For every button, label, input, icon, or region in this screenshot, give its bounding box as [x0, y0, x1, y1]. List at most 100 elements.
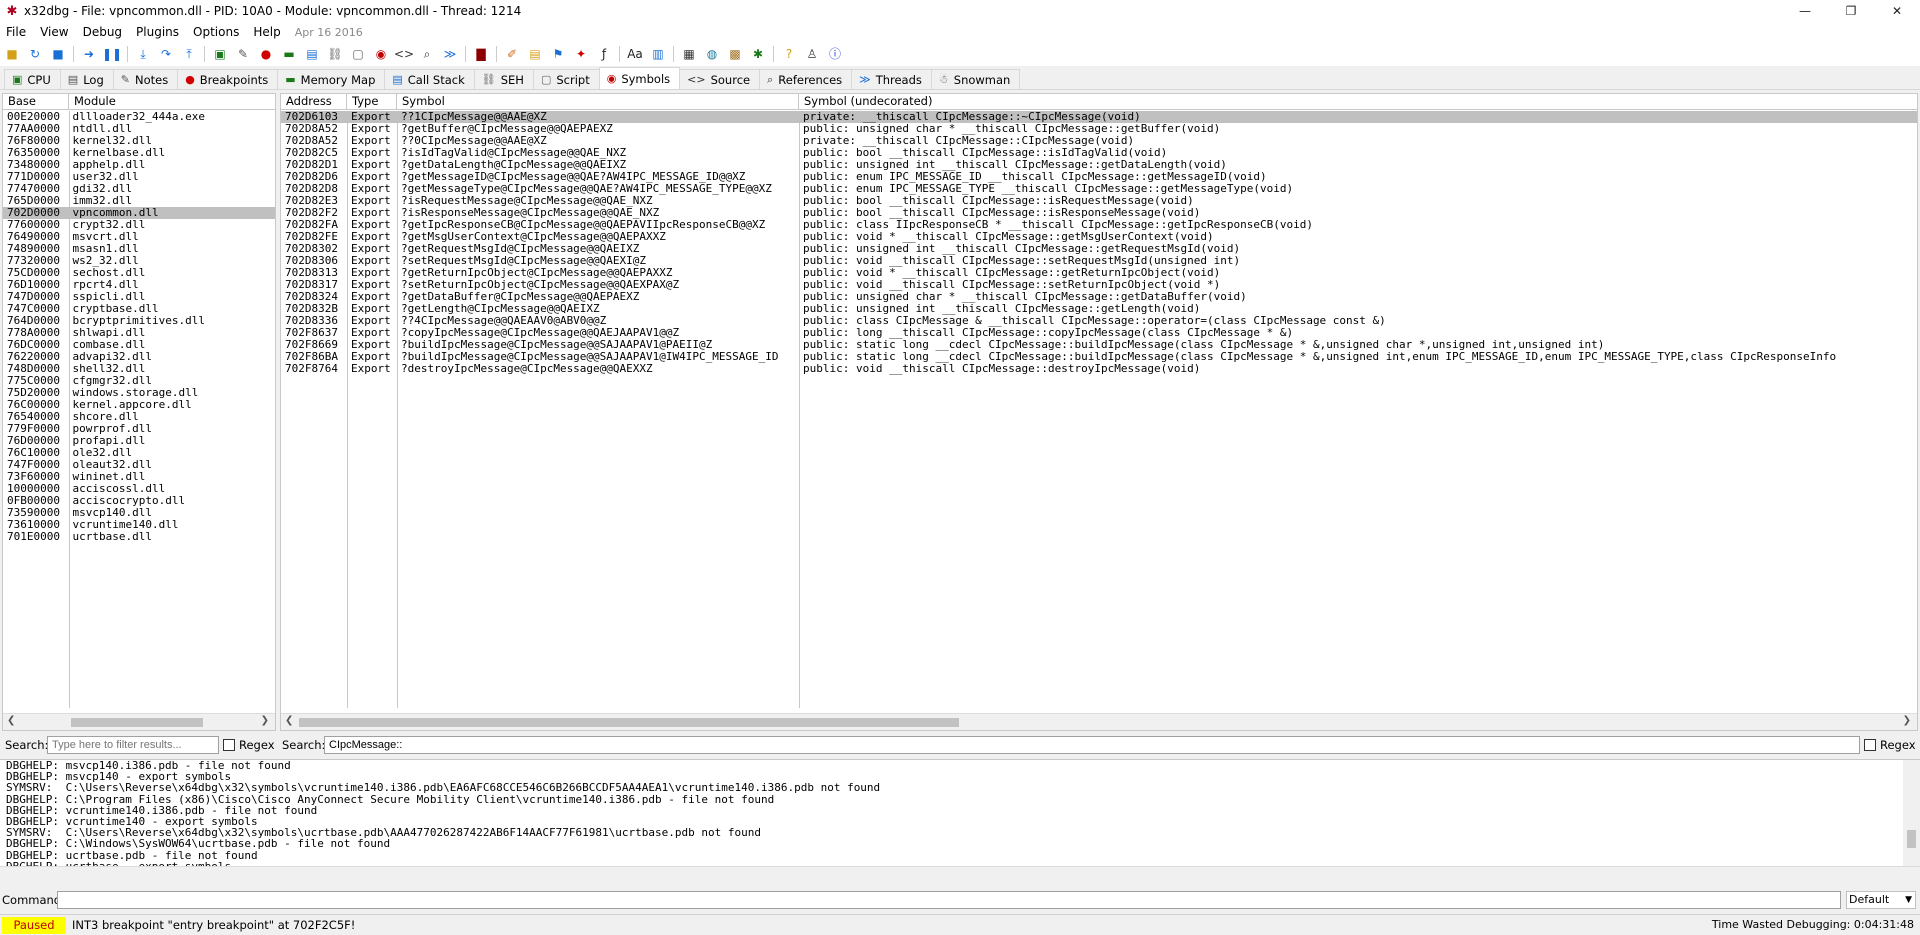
- column-header-module[interactable]: Module: [69, 94, 275, 110]
- restart-icon[interactable]: ↻: [27, 46, 43, 62]
- module-row[interactable]: 76C10000 ole32.dll: [3, 447, 275, 459]
- symbol-row[interactable]: 702D8324 Export ?getDataBuffer@CIpcMessage…: [281, 291, 1917, 303]
- module-row[interactable]: 76490000 msvcrt.dll: [3, 231, 275, 243]
- comments-icon[interactable]: ✐: [504, 46, 520, 62]
- symbol-row[interactable]: 702F86BA Export ?buildIpcMessage@CIpcMessa…: [281, 351, 1917, 363]
- menu-file[interactable]: File: [6, 25, 26, 39]
- modules-horizontal-scrollbar[interactable]: ❮ ❯: [3, 713, 275, 730]
- scroll-left-icon[interactable]: ❮: [7, 715, 15, 726]
- memory-view-icon[interactable]: ▬: [281, 46, 297, 62]
- menu-view[interactable]: View: [40, 25, 68, 39]
- tab-threads[interactable]: ≫ Threads: [851, 69, 932, 89]
- tab-notes[interactable]: ✎ Notes: [112, 69, 179, 89]
- minimize-button[interactable]: —: [1782, 0, 1828, 22]
- module-row[interactable]: 765D0000 imm32.dll: [3, 195, 275, 207]
- module-row[interactable]: 778A0000 shlwapi.dll: [3, 327, 275, 339]
- notes-view-icon[interactable]: ✎: [235, 46, 251, 62]
- symbols-view-icon[interactable]: ◉: [373, 46, 389, 62]
- calls-icon[interactable]: ▥: [650, 46, 666, 62]
- menu-help[interactable]: Help: [253, 25, 280, 39]
- seh-view-icon[interactable]: ⛓: [327, 46, 343, 62]
- plugin-icon[interactable]: ✱: [750, 46, 766, 62]
- maximize-button[interactable]: ❐: [1828, 0, 1874, 22]
- module-row[interactable]: 0FB00000 acciscocrypto.dll: [3, 495, 275, 507]
- tab-script[interactable]: ▢ Script: [532, 69, 600, 89]
- command-type-dropdown[interactable]: Default ▼: [1846, 891, 1916, 909]
- symbol-row[interactable]: 702D8336 Export ??4CIpcMessage@@QAEAAV0@AB…: [281, 315, 1917, 327]
- patches-icon[interactable]: ◍: [704, 46, 720, 62]
- functions-icon[interactable]: ✦: [573, 46, 589, 62]
- module-regex-checkbox[interactable]: [223, 739, 235, 751]
- module-row[interactable]: 73610000 vcruntime140.dll: [3, 519, 275, 531]
- symbol-row[interactable]: 702D82D1 Export ?getDataLength@CIpcMessage…: [281, 159, 1917, 171]
- scroll-right-icon[interactable]: ❯: [261, 715, 269, 726]
- module-search-input[interactable]: [47, 736, 219, 754]
- module-row[interactable]: 73F60000 wininet.dll: [3, 471, 275, 483]
- tab-symbols[interactable]: ◉ Symbols: [598, 67, 681, 89]
- tab-cpu[interactable]: ▣ CPU: [4, 69, 61, 89]
- module-row[interactable]: 77320000 ws2_32.dll: [3, 255, 275, 267]
- settings-icon[interactable]: ▩: [727, 46, 743, 62]
- symbol-row[interactable]: 702F8669 Export ?buildIpcMessage@CIpcMessa…: [281, 339, 1917, 351]
- symbols-horizontal-scrollbar[interactable]: ❮ ❯: [281, 713, 1917, 730]
- command-input[interactable]: [57, 891, 1841, 909]
- scroll-right-icon[interactable]: ❯: [1903, 715, 1911, 726]
- step-into-icon[interactable]: ⤓: [135, 46, 151, 62]
- threads-view-icon[interactable]: ≫: [442, 46, 458, 62]
- labels-icon[interactable]: ▤: [527, 46, 543, 62]
- menu-debug[interactable]: Debug: [83, 25, 122, 39]
- module-row[interactable]: 76C00000 kernel.appcore.dll: [3, 399, 275, 411]
- strings-icon[interactable]: Aa: [627, 46, 643, 62]
- symbol-row[interactable]: 702D82FE Export ?getMsgUserContext@CIpcMes…: [281, 231, 1917, 243]
- module-row[interactable]: 75D20000 windows.storage.dll: [3, 387, 275, 399]
- module-row[interactable]: 775C0000 cfgmgr32.dll: [3, 375, 275, 387]
- source-view-icon[interactable]: <>: [394, 46, 414, 62]
- symbol-row[interactable]: 702D832B Export ?getLength@CIpcMessage@@QA…: [281, 303, 1917, 315]
- symbol-row[interactable]: 702D82D6 Export ?getMessageID@CIpcMessage@…: [281, 171, 1917, 183]
- tab-references[interactable]: ⌕ References: [759, 69, 853, 89]
- tab-breakpoints[interactable]: ● Breakpoints: [177, 69, 279, 89]
- module-row[interactable]: 77AA0000 ntdll.dll: [3, 123, 275, 135]
- callstack-view-icon[interactable]: ▤: [304, 46, 320, 62]
- cpu-view-icon[interactable]: ▣: [212, 46, 228, 62]
- open-icon[interactable]: ■: [4, 46, 20, 62]
- stop-icon[interactable]: ■: [50, 46, 66, 62]
- symbol-row[interactable]: 702D82FA Export ?getIpcResponseCB@CIpcMess…: [281, 219, 1917, 231]
- module-row[interactable]: 76DC0000 combase.dll: [3, 339, 275, 351]
- modules-list[interactable]: Base Module 00E20000 dllloader32_444a.exe…: [2, 93, 276, 731]
- module-row[interactable]: 73590000 msvcp140.dll: [3, 507, 275, 519]
- symbol-row[interactable]: 702F8764 Export ?destroyIpcMessage@CIpcMes…: [281, 363, 1917, 375]
- tab-snowman[interactable]: ☃ Snowman: [930, 69, 1021, 89]
- module-row[interactable]: 771D0000 user32.dll: [3, 171, 275, 183]
- symbol-row[interactable]: 702D82E3 Export ?isRequestMessage@CIpcMess…: [281, 195, 1917, 207]
- module-row[interactable]: 76220000 advapi32.dll: [3, 351, 275, 363]
- tab-memory-map[interactable]: ▬ Memory Map: [277, 69, 386, 89]
- module-row[interactable]: 747C0000 cryptbase.dll: [3, 303, 275, 315]
- symbol-row[interactable]: 702D8313 Export ?getReturnIpcObject@CIpcMe…: [281, 267, 1917, 279]
- symbol-search-input[interactable]: [324, 736, 1860, 754]
- symbol-row[interactable]: 702D8A52 Export ??0CIpcMessage@@AAE@XZ priv…: [281, 135, 1917, 147]
- tab-source[interactable]: <> Source: [679, 69, 761, 89]
- module-row[interactable]: 76D00000 profapi.dll: [3, 435, 275, 447]
- fx-icon[interactable]: ƒ: [596, 46, 612, 62]
- calculator-icon[interactable]: ▦: [681, 46, 697, 62]
- symbol-row[interactable]: 702F8637 Export ?copyIpcMessage@CIpcMessag…: [281, 327, 1917, 339]
- column-header-symbol[interactable]: Symbol: [397, 94, 799, 110]
- scroll-left-icon[interactable]: ❮: [285, 715, 293, 726]
- module-row[interactable]: 76D10000 rpcrt4.dll: [3, 279, 275, 291]
- column-header-type[interactable]: Type: [347, 94, 397, 110]
- module-row[interactable]: 702D0000 vpncommon.dll: [3, 207, 275, 219]
- symbol-row[interactable]: 702D8306 Export ?setRequestMsgId@CIpcMessa…: [281, 255, 1917, 267]
- log-output[interactable]: DBGHELP: msvcp140.i386.pdb - file not fo…: [0, 759, 1920, 866]
- column-header-symbol-undecorated[interactable]: Symbol (undecorated): [799, 94, 1917, 110]
- breakpoints-view-icon[interactable]: ●: [258, 46, 274, 62]
- module-row[interactable]: 747F0000 oleaut32.dll: [3, 459, 275, 471]
- symbol-row[interactable]: 702D82F2 Export ?isResponseMessage@CIpcMes…: [281, 207, 1917, 219]
- module-row[interactable]: 779F0000 powrprof.dll: [3, 423, 275, 435]
- bookmarks-icon[interactable]: ⚑: [550, 46, 566, 62]
- tab-call-stack[interactable]: ▤ Call Stack: [384, 69, 475, 89]
- module-row[interactable]: 76350000 kernelbase.dll: [3, 147, 275, 159]
- help-icon[interactable]: ?: [781, 46, 797, 62]
- module-row[interactable]: 764D0000 bcryptprimitives.dll: [3, 315, 275, 327]
- close-button[interactable]: ✕: [1874, 0, 1920, 22]
